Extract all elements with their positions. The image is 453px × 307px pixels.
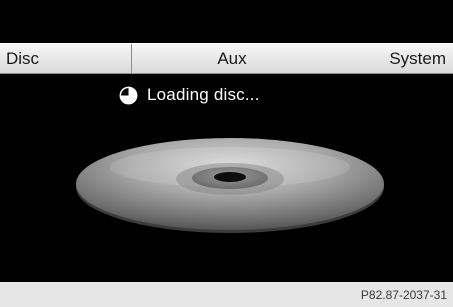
main-menu-bar: Disc Aux System <box>0 43 453 74</box>
caption-strip: P82.87-2037-31 <box>0 282 453 307</box>
tab-disc[interactable]: Disc <box>0 44 132 73</box>
reference-code: P82.87-2037-31 <box>360 288 447 302</box>
tab-aux[interactable]: Aux <box>132 44 332 73</box>
tab-system[interactable]: System <box>332 44 453 73</box>
disc-icon <box>76 138 384 233</box>
busy-clock-icon <box>119 86 138 104</box>
loading-status: Loading disc... <box>119 84 260 106</box>
display-screen: Disc Aux System Loading disc... <box>0 0 453 282</box>
loading-text: Loading disc... <box>147 85 260 104</box>
